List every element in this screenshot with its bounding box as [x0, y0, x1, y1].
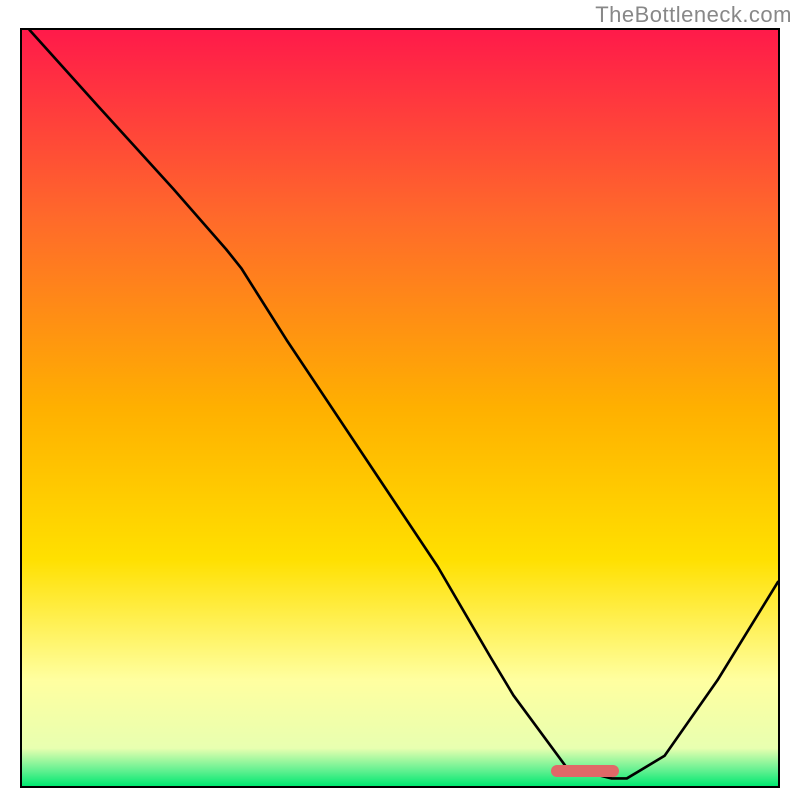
chart-stage: TheBottleneck.com	[0, 0, 800, 800]
curve-layer	[22, 30, 778, 786]
bottleneck-curve-path	[30, 30, 778, 778]
watermark-text: TheBottleneck.com	[595, 2, 792, 28]
plot-area	[20, 28, 780, 788]
optimal-range-marker	[551, 765, 619, 777]
